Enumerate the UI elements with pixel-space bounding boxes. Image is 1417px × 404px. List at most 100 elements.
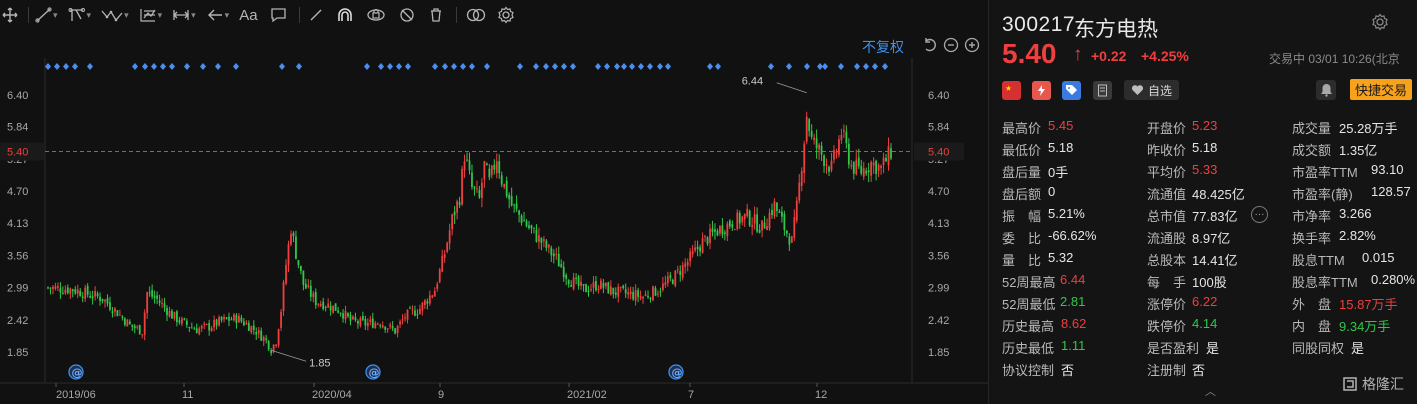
candle-body <box>473 186 476 189</box>
candle-body <box>426 301 429 304</box>
event-diamond <box>517 63 523 70</box>
candle-body <box>721 225 724 235</box>
more-info-icon[interactable]: ··· <box>1251 206 1268 223</box>
candle-body <box>250 326 253 333</box>
candle-body <box>411 309 414 311</box>
chevron-down-icon[interactable]: ︿ <box>1205 383 1216 399</box>
candle-body <box>602 282 605 288</box>
candle-body <box>508 194 511 200</box>
candle-body <box>183 318 186 320</box>
zoom-out-icon[interactable] <box>943 37 959 53</box>
candle-body <box>825 164 828 166</box>
y-tick-label-left: 6.40 <box>7 90 28 102</box>
candle-body <box>262 337 265 342</box>
candle-body <box>401 319 404 321</box>
y-tick-label-left: 4.70 <box>7 186 28 198</box>
stat-value: 5.32 <box>1048 250 1074 265</box>
event-diamond <box>63 63 69 70</box>
candle-body <box>781 211 783 217</box>
candle-body <box>461 168 463 205</box>
candle-body <box>847 143 850 165</box>
event-diamond <box>614 63 620 70</box>
candle-body <box>669 275 672 278</box>
candle-body <box>287 244 290 266</box>
candle-body <box>860 165 863 174</box>
candle-body <box>629 291 632 295</box>
candle-body <box>503 183 506 188</box>
event-diamond <box>160 63 166 70</box>
candle-body <box>109 302 111 310</box>
candle-body <box>600 280 602 289</box>
stat-value: 5.33 <box>1192 162 1218 177</box>
candle-body <box>128 321 131 325</box>
candle-body <box>696 246 699 250</box>
stat-label: 同股同权 <box>1292 341 1345 356</box>
candle-body <box>354 317 357 321</box>
undo-icon[interactable] <box>922 37 938 53</box>
candle-body <box>758 229 761 233</box>
add-watchlist-button[interactable]: 自选 <box>1124 80 1180 100</box>
chart-gridlines <box>0 58 988 384</box>
candle-body <box>302 270 305 285</box>
candle-body <box>530 225 533 229</box>
candle-body <box>642 296 644 299</box>
stock-app: ▾ ▾ ▾ ▾ ▾ ▾ Aa @ @ @ 6.40 6.40 5.84 5.84… <box>0 0 1417 404</box>
watermark: 格隆汇 <box>1341 374 1404 394</box>
candle-body <box>220 316 223 321</box>
candle-body <box>788 236 791 245</box>
candle-body <box>416 314 419 316</box>
event-diamond <box>647 63 653 70</box>
candle-body <box>121 316 124 318</box>
candle-body <box>478 190 481 198</box>
candle-body <box>495 161 498 174</box>
y-tick-label-right: 2.99 <box>928 283 949 295</box>
candlestick-chart[interactable]: @@@ 6.406.405.845.845.275.274.704.704.13… <box>0 0 988 404</box>
stat-value: 否 <box>1061 363 1075 378</box>
up-arrow-icon: ↑ <box>1073 44 1083 65</box>
stats-row: 量 比 5.32 总股本 14.41亿 股息TTM 0.015 <box>1002 250 1417 272</box>
adjust-mode-selector[interactable]: 不复权 <box>862 37 904 57</box>
candle-body <box>518 210 520 215</box>
panel-settings-icon[interactable] <box>1371 13 1389 36</box>
candle-body <box>582 284 585 286</box>
last-price: 5.40 <box>1002 38 1057 69</box>
event-diamond <box>715 63 721 70</box>
candle-body <box>872 162 875 166</box>
y-tick-label-left: 1.85 <box>7 347 28 359</box>
stat-label: 跌停价 <box>1147 319 1187 334</box>
candle-body <box>525 221 528 227</box>
stat-value: 是 <box>1351 341 1365 356</box>
candle-body <box>595 280 597 291</box>
zoom-in-icon[interactable] <box>964 37 980 53</box>
candle-body <box>428 295 431 304</box>
candle-body <box>587 290 590 293</box>
candle-body <box>347 313 349 317</box>
stat-value: 5.21% <box>1048 206 1085 221</box>
quick-trade-button[interactable]: 快捷交易 <box>1350 79 1413 100</box>
candle-body <box>485 163 488 166</box>
x-tick-label: 12 <box>815 389 827 401</box>
stats-row: 振 幅 5.21% 总市值 77.83亿 市净率 3.266 <box>1002 206 1417 228</box>
candle-body <box>81 296 84 298</box>
candle-body <box>607 282 610 294</box>
y-tick-label-right: 5.84 <box>928 122 949 134</box>
candle-body <box>451 214 454 230</box>
candle-body <box>436 284 439 289</box>
event-diamond <box>863 63 869 70</box>
bell-icon[interactable] <box>1316 80 1336 100</box>
event-diamond <box>460 63 466 70</box>
document-icon[interactable] <box>1093 81 1112 100</box>
candle-body <box>205 324 208 326</box>
candlestick-series <box>47 111 892 356</box>
candle-body <box>247 322 250 331</box>
candle-body <box>748 210 751 226</box>
candle-body <box>322 301 325 310</box>
stat-value: 2.81 <box>1060 294 1086 309</box>
candle-body <box>141 334 144 336</box>
stat-value: 5.23 <box>1192 118 1218 133</box>
y-tick-label-left: 4.13 <box>7 218 28 230</box>
candle-body <box>376 323 379 325</box>
candle-body <box>290 233 292 245</box>
candle-body <box>47 287 49 289</box>
candle-body <box>153 295 156 298</box>
